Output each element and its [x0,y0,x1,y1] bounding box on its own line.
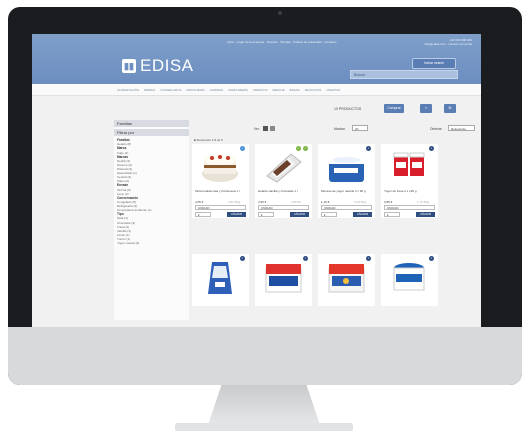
product-unit-price: 3,95 €/l [291,200,301,204]
nav-item[interactable]: OFERTAS [326,88,340,92]
info-badge-icon[interactable]: i [303,146,308,151]
info-badge-icon[interactable]: i [429,256,434,261]
filter-sidebar: Familias Filtrar por Familias Helado (8) M… [114,120,189,320]
order-select[interactable]: Relevancia [448,125,475,131]
add-to-cart-button[interactable]: AÑADIR [416,212,435,217]
unit-select[interactable]: UNIDAD [384,205,435,210]
unit-select[interactable]: UNIDAD [258,205,309,210]
add-to-cart-button[interactable]: AÑADIR [227,212,246,217]
nav-item[interactable]: MASCOTAS [305,88,322,92]
product-name[interactable]: Helado vainilla y chocolate 1 l [258,189,308,194]
nav-item[interactable]: MENAJE [273,88,285,92]
nav-item[interactable]: DROGUERÍA [186,88,204,92]
info-badge-icon[interactable]: i [240,146,245,151]
product-name[interactable]: Yogur de fresa 4 x 125 g [384,189,434,194]
nav-item[interactable]: CONGELADOS [160,88,181,92]
product-image[interactable] [387,258,432,296]
product-name[interactable]: Tarta helada nata y frambuesa 1 l [195,189,245,194]
login-button[interactable]: Iniciar sesión [412,58,456,69]
results-count: ■ Mostrando 1-8 de 8 [194,138,223,142]
list-view-icon[interactable] [263,126,268,131]
product-card[interactable]: i Yogur de fresa 4 x 125 g 0,85 € 1,70 €/kg… [381,144,438,218]
product-unit-price: 3,19 €/kg [354,200,367,204]
info-badge-icon[interactable]: i [366,256,371,261]
product-price: 0,85 € [384,200,393,204]
category-nav: ALIMENTACIÓN BEBIDA CONGELADOS DROGUERÍA… [32,84,481,96]
grid-view-icon[interactable] [270,126,275,131]
list-view-button[interactable]: ≡ [420,104,432,113]
site-header: Inicio · Lugar de la empresa · Nuestra ·… [32,34,481,84]
product-card[interactable]: i [318,254,375,306]
add-to-cart-button[interactable]: AÑADIR [353,212,372,217]
monitor-stand [208,385,320,425]
product-card[interactable]: i [192,254,249,306]
product-price: 1,15 € [321,200,330,204]
quantity-input[interactable]: 1 [321,212,337,217]
grid-view-button[interactable]: ⊞ [444,104,456,113]
info-badge-icon[interactable]: i [366,146,371,151]
product-image[interactable] [261,258,306,296]
nav-item[interactable]: PERFUMERÍA [228,88,248,92]
product-card[interactable]: i Tarta helada nata y frambuesa 1 l 4,55 €… [192,144,249,218]
monitor-chin [8,327,522,385]
info-badge-icon[interactable]: i [240,256,245,261]
nav-item[interactable]: FRESCOS [253,88,268,92]
monitor-base [175,423,353,431]
product-price: 4,55 € [195,200,204,204]
product-image[interactable] [387,148,432,186]
nav-item[interactable]: BAZAR [290,88,300,92]
product-card[interactable]: i ✓ Helado vainilla y chocolate 1 l 3,95 € 3… [255,144,312,218]
product-price: 3,95 € [258,200,267,204]
search-input[interactable]: Buscar [350,70,458,79]
sidebar-families-header[interactable]: Familias [114,120,189,127]
filter-option[interactable]: Yogur natural (2) [114,241,189,245]
listing-controls: Ver: Mostrar 20 Ordenar Relevancia [192,124,477,136]
show-label: Mostrar [334,127,345,131]
product-unit-price: 1,70 €/kg [417,200,430,204]
nav-item[interactable]: ALIMENTACIÓN [117,88,139,92]
quantity-input[interactable]: 1 [195,212,211,217]
order-label: Ordenar [430,127,442,131]
info-badge-icon[interactable]: i [429,146,434,151]
unit-select[interactable]: UNIDAD [195,205,246,210]
quantity-input[interactable]: 1 [384,212,400,217]
logo-mark-icon: ▮▮ [122,59,136,73]
buy-button[interactable]: Comprar [384,104,404,113]
quantity-input[interactable]: 1 [258,212,274,217]
unit-select[interactable]: UNIDAD [321,205,372,210]
contact-email: info@edisa.com · Horario comercial [424,42,472,46]
product-image[interactable] [324,148,369,186]
product-unit-price: 4,91 €/kg [228,200,241,204]
product-image[interactable] [198,258,243,296]
info-badge-icon[interactable]: i [303,256,308,261]
product-card[interactable]: i [255,254,312,306]
view-label: Ver: [254,127,260,131]
contact-info: +34 000 000 000 info@edisa.com · Horario… [372,38,472,46]
screen: Inicio · Lugar de la empresa · Nuestra ·… [32,34,481,327]
filter-groups: Familias Helado (8) Marca Frigo (4) Marcas Ne… [114,138,189,245]
nav-item[interactable]: BEBIDA [144,88,155,92]
nav-item[interactable]: LIMPIEZA [210,88,224,92]
product-card[interactable]: i [381,254,438,306]
top-links[interactable]: Inicio · Lugar de la empresa · Nuestra ·… [227,40,336,44]
add-to-cart-button[interactable]: AÑADIR [290,212,309,217]
product-name[interactable]: Mousse de yogur natural 4 x 90 g [321,189,371,194]
sidebar-filter-header[interactable]: Filtrar por [114,129,189,136]
logo-text: EDISA [140,56,194,75]
show-select[interactable]: 20 [352,125,368,131]
product-count: 10 PRODUCTOS [334,107,362,111]
product-image[interactable] [261,148,306,186]
eco-badge-icon: ✓ [296,146,301,151]
logo[interactable]: ▮▮ EDISA [122,56,194,76]
product-image[interactable] [198,148,243,186]
product-image[interactable] [324,258,369,296]
toolbar: 10 PRODUCTOS Comprar ≡ ⊞ [32,102,481,118]
product-card[interactable]: i Mousse de yogur natural 4 x 90 g 1,15 € 3… [318,144,375,218]
camera-dot [278,11,282,15]
